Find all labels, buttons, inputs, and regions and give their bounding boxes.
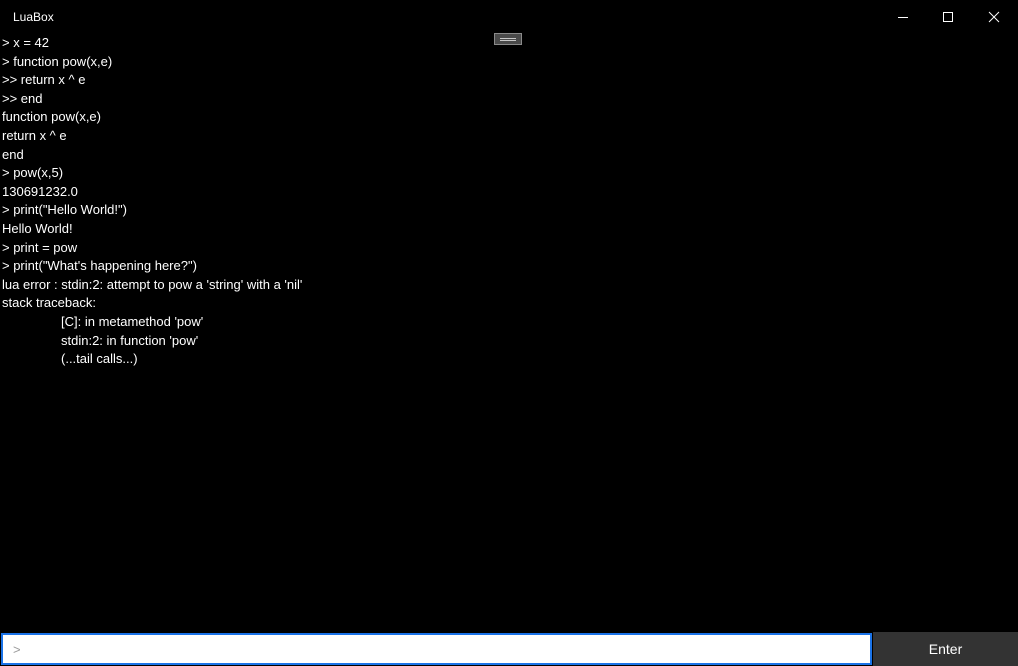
console-line: function pow(x,e) xyxy=(2,109,101,125)
maximize-button[interactable] xyxy=(925,0,971,34)
minimize-button[interactable] xyxy=(880,0,926,34)
command-input[interactable] xyxy=(1,633,872,665)
console-line: > print("What's happening here?") xyxy=(2,258,197,274)
console-line: stack traceback: xyxy=(2,295,96,311)
console-line: lua error : stdin:2: attempt to pow a 's… xyxy=(2,276,303,292)
console-line: stdin:2: in function 'pow' xyxy=(61,332,199,348)
console-line: >> end xyxy=(2,90,43,106)
console-line: >> return x ^ e xyxy=(2,72,86,88)
console-line: > x = 42 xyxy=(2,35,49,50)
maximize-icon xyxy=(943,12,953,22)
close-icon xyxy=(988,11,1000,23)
minimize-icon xyxy=(898,17,908,18)
close-button[interactable] xyxy=(971,0,1017,34)
console-line: end xyxy=(2,146,24,162)
title-bar: LuaBox xyxy=(0,0,1018,34)
console-line: > print("Hello World!") xyxy=(2,202,127,218)
console-line: Hello World! xyxy=(2,220,73,236)
input-bar: Enter xyxy=(0,632,1018,666)
console-line: > function pow(x,e) xyxy=(2,53,113,69)
window-title: LuaBox xyxy=(13,10,54,24)
enter-button[interactable]: Enter xyxy=(873,632,1018,666)
console-line: 130691232.0 xyxy=(2,183,78,199)
console-line: [C]: in metamethod 'pow' xyxy=(61,313,204,329)
console-line: > pow(x,5) xyxy=(2,165,64,181)
console-output: > x = 42 > function pow(x,e) >> return x ^… xyxy=(2,34,1012,630)
console-line: return x ^ e xyxy=(2,127,67,143)
console-line: > print = pow xyxy=(2,239,78,255)
console-line: (...tail calls...) xyxy=(61,351,138,367)
